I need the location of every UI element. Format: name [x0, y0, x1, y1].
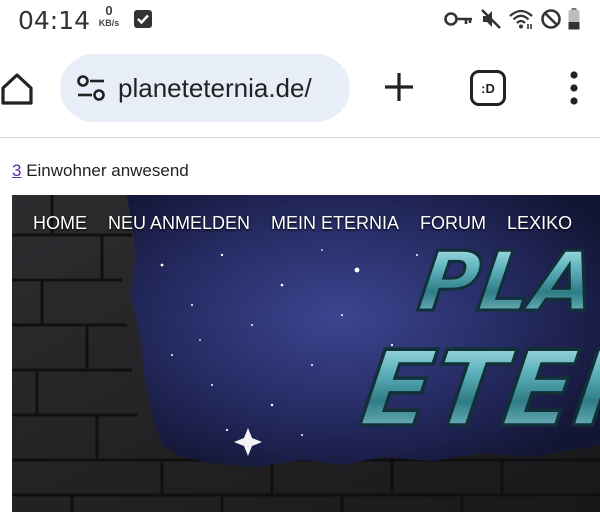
new-tab-button[interactable] [382, 70, 416, 104]
home-icon [1, 73, 33, 105]
status-time: 04:14 [18, 6, 91, 35]
online-users: 3 Einwohner anwesend [12, 161, 189, 181]
tab-switcher-button[interactable]: :D [470, 70, 506, 106]
url-text[interactable]: planeteternia.de/ [118, 73, 340, 104]
nav-lexikon[interactable]: LEXIKO [486, 213, 572, 241]
battery-icon [568, 8, 580, 30]
home-button[interactable] [0, 68, 34, 108]
svg-text:ETER: ETER [354, 328, 600, 449]
address-bar[interactable]: planeteternia.de/ [60, 54, 350, 122]
site-nav: HOME NEU ANMELDEN MEIN ETERNIA FORUM LEX… [12, 213, 600, 241]
nav-my-eternia[interactable]: MEIN ETERNIA [250, 213, 399, 241]
nav-home[interactable]: HOME [12, 213, 87, 241]
network-speed-value: 0 [105, 3, 113, 18]
site-settings-icon[interactable] [76, 74, 106, 102]
more-menu-icon [570, 71, 578, 105]
tab-switcher-label: :D [481, 80, 495, 96]
browser-toolbar: planeteternia.de/ :D [0, 48, 600, 128]
network-speed: 0 KB/s [94, 3, 124, 28]
mute-icon [480, 8, 502, 30]
status-bar: 04:14 0 KB/s [0, 0, 600, 40]
new-tab-icon [385, 73, 413, 101]
toolbar-divider [0, 137, 600, 138]
wifi-icon [508, 8, 534, 30]
key-icon [444, 11, 474, 27]
svg-text:PLA: PLA [413, 235, 600, 330]
status-icons [444, 8, 580, 30]
nav-forum[interactable]: FORUM [399, 213, 486, 241]
nav-register[interactable]: NEU ANMELDEN [87, 213, 250, 241]
online-text: Einwohner anwesend [21, 161, 189, 180]
network-speed-unit: KB/s [98, 18, 120, 28]
checkbox-notification-icon [134, 10, 152, 28]
dnd-icon [540, 8, 562, 30]
site-banner: PLA ETER HOME NEU ANMELDEN MEIN ETERNIA … [12, 195, 600, 512]
more-menu-button[interactable] [566, 70, 582, 106]
banner-artwork: PLA ETER [12, 195, 600, 512]
